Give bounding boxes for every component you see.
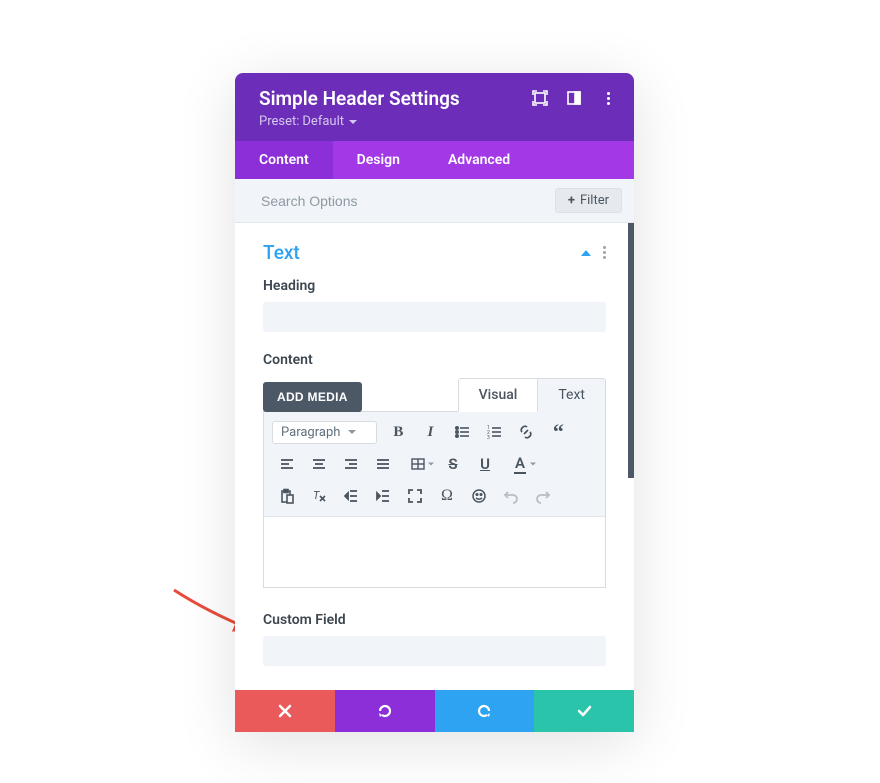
preset-selector[interactable]: Preset: Default (259, 114, 610, 129)
align-right-button[interactable] (336, 451, 366, 477)
cancel-button[interactable] (235, 690, 335, 732)
close-icon (277, 703, 293, 719)
special-char-button[interactable]: Ω (432, 483, 462, 509)
section-title[interactable]: Text (263, 241, 300, 264)
paste-button[interactable] (272, 483, 302, 509)
indent-button[interactable] (368, 483, 398, 509)
preset-value: Default (302, 114, 344, 129)
number-list-button[interactable]: 123 (479, 419, 509, 445)
italic-button[interactable]: I (415, 419, 445, 445)
bullet-list-button[interactable] (447, 419, 477, 445)
link-button[interactable] (511, 419, 541, 445)
content-panel: Text Heading Content ADD MEDIA Visual Te… (235, 223, 634, 690)
tab-content[interactable]: Content (235, 141, 333, 179)
align-justify-button[interactable] (368, 451, 398, 477)
fullscreen-button[interactable] (400, 483, 430, 509)
more-options-icon[interactable] (600, 90, 616, 106)
snap-right-icon[interactable] (566, 90, 582, 106)
expand-icon[interactable] (532, 90, 548, 106)
editor-toolbar: Paragraph B I 123 (264, 412, 605, 517)
preset-label: Preset: (259, 114, 299, 129)
modal-footer (235, 690, 634, 732)
svg-text:3: 3 (487, 435, 490, 440)
svg-text:T: T (313, 489, 320, 502)
scrollbar[interactable] (628, 223, 634, 478)
options-searchbar: + Filter (235, 179, 634, 223)
align-left-button[interactable] (272, 451, 302, 477)
emoji-button[interactable] (464, 483, 494, 509)
outdent-button[interactable] (336, 483, 366, 509)
chevron-down-icon (530, 463, 536, 466)
table-button[interactable] (400, 451, 436, 477)
plus-icon: + (568, 193, 575, 208)
bold-button[interactable]: B (383, 419, 413, 445)
align-center-button[interactable] (304, 451, 334, 477)
settings-modal: Simple Header Settings Preset: Default (235, 73, 634, 732)
custom-field-label: Custom Field (263, 612, 606, 628)
section-header: Text (263, 241, 606, 264)
strikethrough-button[interactable]: S (438, 451, 468, 477)
heading-input[interactable] (263, 302, 606, 332)
save-button[interactable] (534, 690, 634, 732)
filter-button[interactable]: + Filter (555, 188, 622, 213)
format-select-label: Paragraph (281, 425, 340, 440)
editor-body[interactable] (264, 517, 605, 587)
modal-header: Simple Header Settings Preset: Default (235, 73, 634, 141)
settings-tabs: Content Design Advanced (235, 141, 634, 179)
chevron-down-icon (348, 430, 356, 434)
filter-label: Filter (580, 193, 609, 208)
redo-button[interactable] (528, 483, 558, 509)
editor-tab-text[interactable]: Text (538, 378, 606, 412)
footer-redo-button[interactable] (435, 690, 535, 732)
text-color-button[interactable]: A (502, 451, 538, 477)
tab-design[interactable]: Design (333, 141, 424, 179)
chevron-down-icon (349, 120, 357, 124)
format-select[interactable]: Paragraph (272, 421, 377, 444)
tab-advanced[interactable]: Advanced (424, 141, 534, 179)
search-input[interactable] (261, 193, 478, 209)
footer-undo-button[interactable] (335, 690, 435, 732)
content-label: Content (263, 352, 606, 368)
clear-format-button[interactable]: T (304, 483, 334, 509)
chevron-down-icon (428, 463, 434, 466)
custom-field-input[interactable] (263, 636, 606, 666)
add-media-button[interactable]: ADD MEDIA (263, 382, 362, 412)
underline-button[interactable]: U (470, 451, 500, 477)
check-icon (575, 702, 593, 720)
undo-button[interactable] (496, 483, 526, 509)
redo-icon (475, 702, 493, 720)
editor-tab-visual[interactable]: Visual (458, 378, 539, 412)
quote-button[interactable]: “ (543, 419, 573, 445)
heading-label: Heading (263, 278, 606, 294)
section-more-icon[interactable] (603, 246, 606, 259)
chevron-up-icon[interactable] (581, 250, 591, 256)
undo-icon (376, 702, 394, 720)
rich-text-editor: Paragraph B I 123 (263, 411, 606, 588)
